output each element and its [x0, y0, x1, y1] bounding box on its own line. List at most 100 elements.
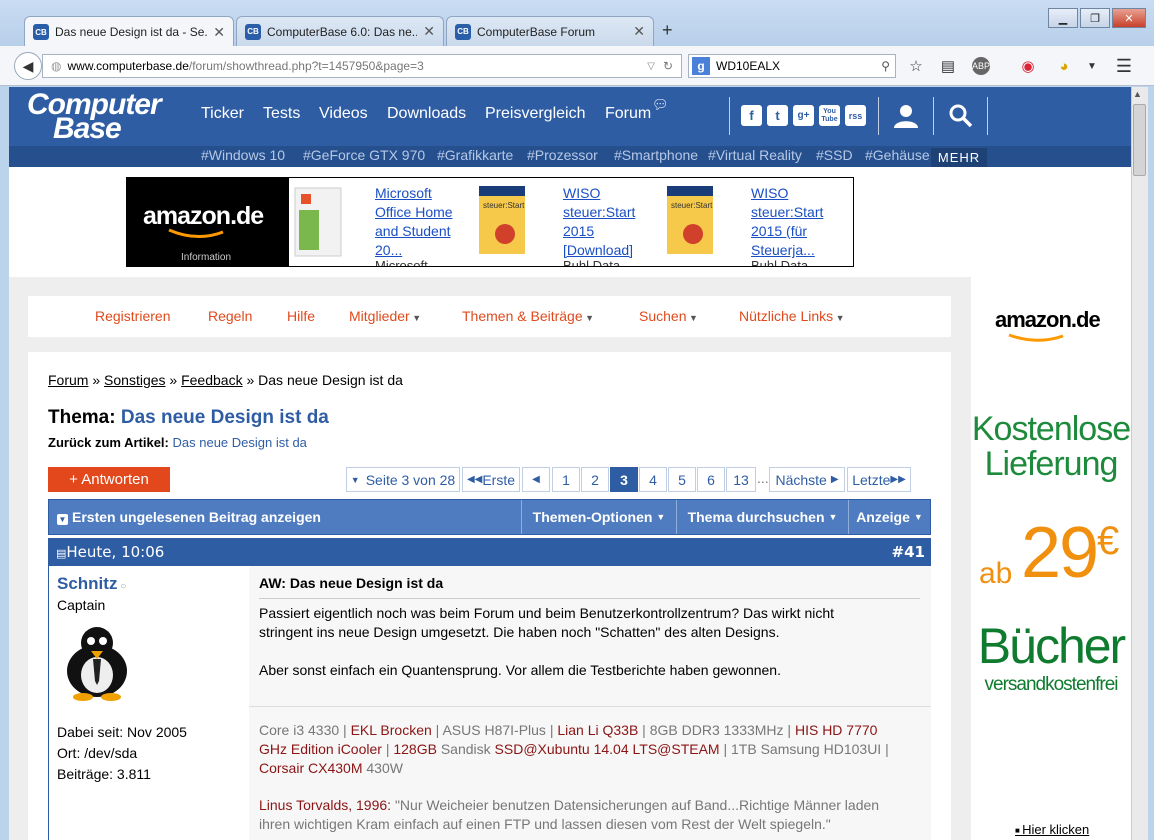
post-number[interactable]: #41: [892, 543, 925, 561]
user-icon[interactable]: [893, 103, 919, 132]
maximize-button[interactable]: ❐: [1080, 8, 1110, 28]
page-last[interactable]: Letzte ▶▶: [847, 467, 911, 492]
tab-2[interactable]: CB ComputerBase 6.0: Das ne... ✕: [236, 16, 444, 46]
sig-link[interactable]: EKL Brocken: [351, 722, 432, 738]
nav-themen-beitraege[interactable]: Themen & Beiträge ▼: [462, 308, 594, 324]
nav-nuetzliche-links[interactable]: Nützliche Links ▼: [739, 308, 845, 324]
computerbase-logo[interactable]: Computer Base: [27, 90, 162, 144]
close-icon[interactable]: ✕: [633, 23, 645, 40]
nav-registrieren[interactable]: Registrieren: [95, 308, 170, 324]
nav-forum[interactable]: Forum: [605, 105, 651, 123]
nav-downloads[interactable]: Downloads: [387, 105, 466, 123]
sig-link[interactable]: Lian Li Q33B: [557, 722, 638, 738]
minimize-button[interactable]: ▁: [1048, 8, 1078, 28]
page-first[interactable]: ◀◀ Erste: [462, 467, 520, 492]
hashtag-link[interactable]: #Prozessor: [527, 147, 598, 163]
sig-link[interactable]: Corsair CX430M: [259, 760, 362, 776]
page-6[interactable]: 6: [697, 467, 725, 492]
office-box-image[interactable]: [293, 186, 345, 258]
nav-preisvergleich[interactable]: Preisvergleich: [485, 105, 585, 123]
new-tab-button[interactable]: +: [662, 20, 673, 41]
page-1[interactable]: 1: [552, 467, 580, 492]
product-link-wiso-steuerjahr[interactable]: WISO steuer:Start 2015 (für Steuerja... …: [751, 184, 841, 266]
reply-button[interactable]: + Antworten: [48, 467, 170, 492]
extension-red-icon[interactable]: ◉: [1018, 56, 1038, 76]
dropdown-icon[interactable]: ▽: [647, 61, 655, 72]
reading-list-icon[interactable]: ▤: [938, 56, 958, 76]
bookmark-star-icon[interactable]: ☆: [906, 56, 926, 76]
nav-suchen[interactable]: Suchen ▼: [639, 308, 698, 324]
url-bar[interactable]: ◍ www.computerbase.de/forum/showthread.p…: [42, 54, 682, 78]
hashtag-link[interactable]: #Virtual Reality: [708, 147, 802, 163]
nav-ticker[interactable]: Ticker: [201, 105, 244, 123]
sig-link[interactable]: SSD@Xubuntu 14.04 LTS@STEAM: [495, 741, 720, 757]
page-3-current[interactable]: 3: [610, 467, 638, 492]
google-plus-icon[interactable]: g+: [793, 105, 814, 126]
facebook-icon[interactable]: f: [741, 105, 762, 126]
tab-3[interactable]: CB ComputerBase Forum ✕: [446, 16, 654, 46]
close-icon[interactable]: ✕: [423, 23, 435, 40]
article-link[interactable]: Das neue Design ist da: [173, 435, 307, 450]
twitter-icon[interactable]: t: [767, 105, 788, 126]
hashtag-link[interactable]: #Smartphone: [614, 147, 698, 163]
page-next[interactable]: Nächste ▶: [769, 467, 845, 492]
nav-mitglieder[interactable]: Mitglieder ▼: [349, 308, 421, 324]
display-menu[interactable]: Anzeige ▼: [848, 500, 930, 534]
hashtag-link[interactable]: #Windows 10: [201, 147, 285, 163]
hashtag-link[interactable]: #GeForce GTX 970: [303, 147, 425, 163]
ad-click-link[interactable]: ■ Hier klicken: [1015, 822, 1089, 837]
ad-info[interactable]: Information: [181, 252, 231, 263]
more-tags-button[interactable]: MEHR: [931, 148, 987, 167]
page-prev[interactable]: ◀: [522, 467, 550, 492]
amazon-logo[interactable]: amazon.de Information: [127, 178, 289, 266]
sig-link[interactable]: HIS HD 7770: [795, 722, 877, 738]
adblock-icon[interactable]: ABP: [972, 57, 990, 75]
page-4[interactable]: 4: [639, 467, 667, 492]
reload-icon[interactable]: ↻: [663, 59, 673, 73]
google-icon[interactable]: g: [692, 57, 710, 75]
page-13[interactable]: 13: [726, 467, 756, 492]
avatar[interactable]: [57, 621, 137, 701]
first-unread-link[interactable]: ▼ Ersten ungelesenen Beitrag anzeigen: [57, 509, 321, 525]
scrollbar[interactable]: [1131, 87, 1148, 840]
hashtag-link[interactable]: #Gehäuse: [865, 147, 930, 163]
amazon-side-ad[interactable]: amazon.de Kostenlose Lieferung ab 29 € B…: [971, 277, 1131, 840]
amazon-banner-ad[interactable]: amazon.de Information Microsoft Office H…: [126, 177, 854, 267]
tab-active[interactable]: CB Das neue Design ist da - Se... ✕: [24, 16, 234, 47]
sig-link[interactable]: 128GB: [393, 741, 437, 757]
wiso-box-image[interactable]: steuer:Start: [477, 184, 529, 256]
breadcrumb-feedback[interactable]: Feedback: [181, 372, 242, 388]
extension-yellow-icon[interactable]: ◕: [1054, 56, 1074, 76]
thread-options-menu[interactable]: Themen-Optionen ▼: [521, 500, 676, 534]
search-icon[interactable]: [949, 104, 973, 131]
close-icon[interactable]: ✕: [213, 24, 225, 41]
thread-search-menu[interactable]: Thema durchsuchen ▼: [676, 500, 848, 534]
youtube-icon[interactable]: You Tube: [819, 105, 840, 126]
search-icon[interactable]: ⚲: [881, 59, 890, 73]
search-bar[interactable]: g WD10EALX ⚲: [688, 54, 896, 78]
username-link[interactable]: Schnitz ○: [57, 574, 126, 594]
scroll-up-icon[interactable]: ▲: [1133, 89, 1142, 99]
breadcrumb-forum[interactable]: Forum: [48, 372, 88, 388]
nav-tests[interactable]: Tests: [263, 105, 300, 123]
rss-icon[interactable]: rss: [845, 105, 866, 126]
search-input[interactable]: WD10EALX: [716, 59, 780, 73]
product-link-office[interactable]: Microsoft Office Home and Student 20... …: [375, 184, 465, 266]
nav-hilfe[interactable]: Hilfe: [287, 308, 315, 324]
hashtag-link[interactable]: #SSD: [816, 147, 853, 163]
page-info-dropdown[interactable]: ▼ Seite 3 von 28: [346, 467, 460, 492]
nav-videos[interactable]: Videos: [319, 105, 368, 123]
nav-regeln[interactable]: Regeln: [208, 308, 252, 324]
wiso-box-image[interactable]: steuer:Start: [665, 184, 717, 256]
breadcrumb-sonstiges[interactable]: Sonstiges: [104, 372, 165, 388]
hashtag-link[interactable]: #Grafikkarte: [437, 147, 513, 163]
chevron-down-icon[interactable]: ▼: [1082, 56, 1102, 76]
scrollbar-thumb[interactable]: [1133, 104, 1146, 176]
window-close-button[interactable]: ✕: [1112, 8, 1146, 28]
product-link-wiso-download[interactable]: WISO steuer:Start 2015 [Download] Buhl D…: [563, 184, 653, 266]
menu-icon[interactable]: ☰: [1114, 56, 1134, 76]
sig-link[interactable]: GHz Edition iCooler: [259, 741, 382, 757]
page-5[interactable]: 5: [668, 467, 696, 492]
page-2[interactable]: 2: [581, 467, 609, 492]
back-button[interactable]: ◀: [14, 52, 42, 80]
